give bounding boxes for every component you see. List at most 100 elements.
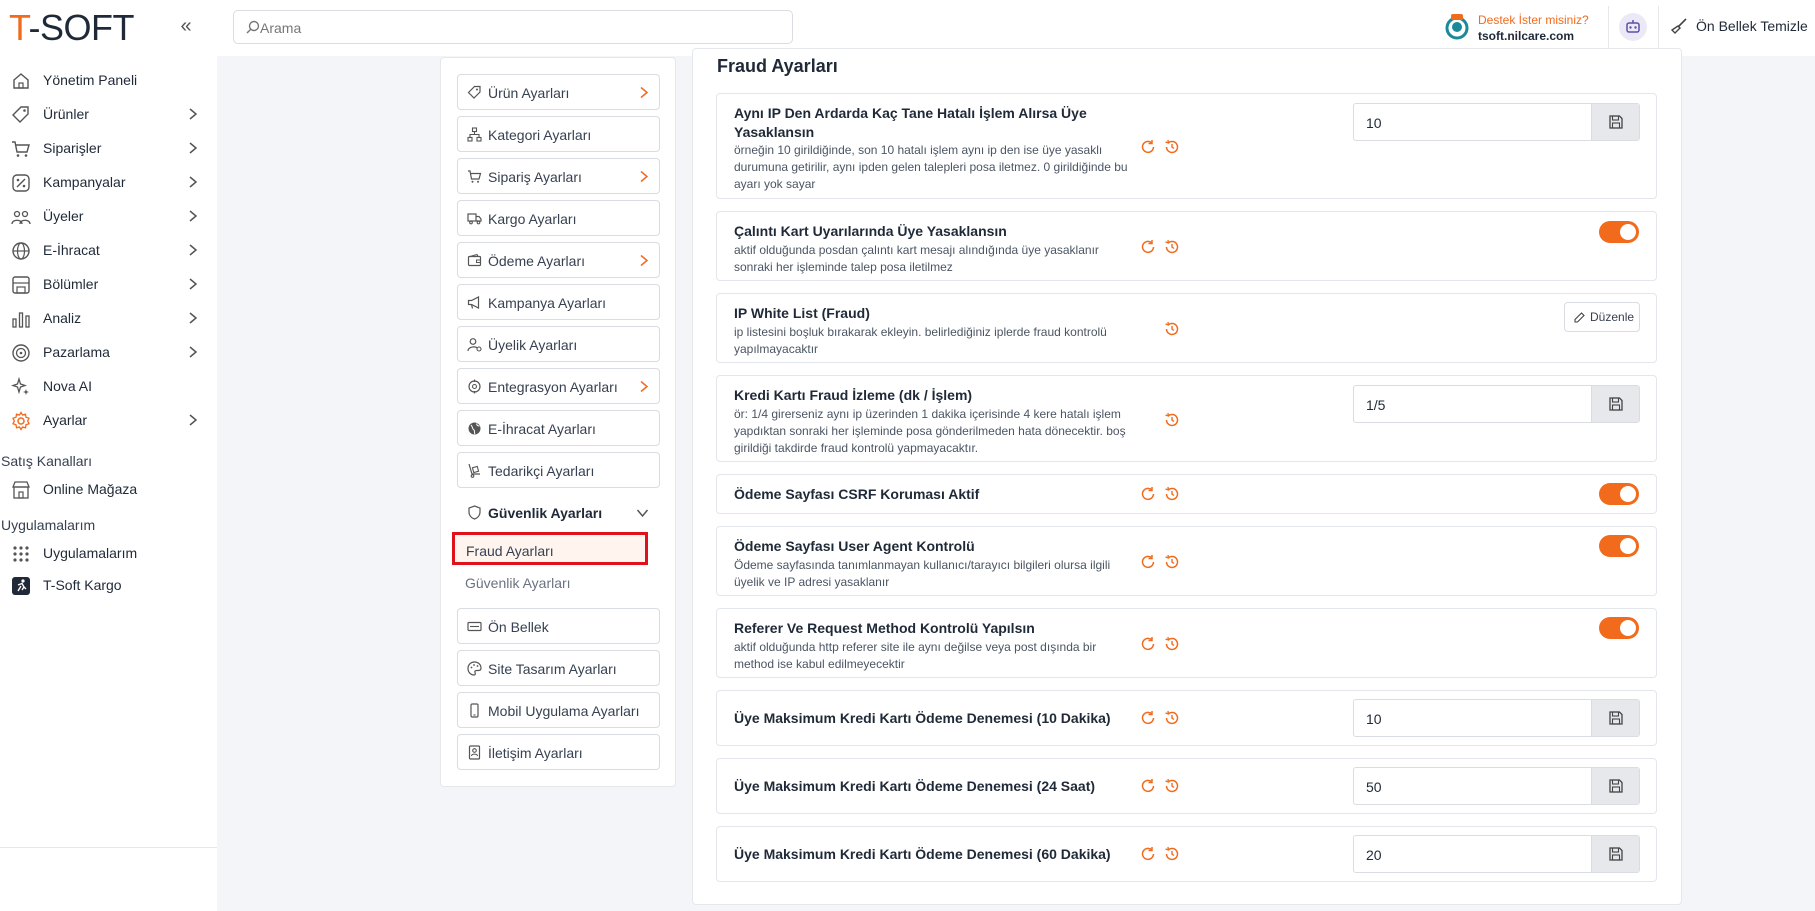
edit-label: Düzenle — [1590, 310, 1635, 324]
save-button[interactable] — [1591, 104, 1639, 140]
value-input-group — [1353, 767, 1640, 805]
history-icon[interactable] — [1164, 846, 1180, 862]
sidebar-item-analytics[interactable]: Analiz — [0, 303, 210, 333]
reset-icon[interactable] — [1140, 486, 1156, 502]
value-input-group — [1353, 699, 1640, 737]
setting-title: Çalıntı Kart Uyarılarında Üye Yasaklansı… — [734, 223, 1007, 239]
submenu-security-settings[interactable]: Güvenlik Ayarları — [465, 575, 571, 591]
collapse-sidebar-icon[interactable]: « — [175, 16, 197, 38]
menu-item-export-settings[interactable]: E-İhracat Ayarları — [457, 410, 660, 446]
menu-item-shipping-settings[interactable]: Kargo Ayarları — [457, 200, 660, 236]
search-box[interactable] — [233, 10, 793, 44]
sidebar-item-products[interactable]: Ürünler — [0, 99, 210, 129]
sidebar-item-marketing[interactable]: Pazarlama — [0, 337, 210, 367]
reset-icon[interactable] — [1140, 636, 1156, 652]
sidebar-item-export[interactable]: E-İhracat — [0, 235, 210, 265]
chevron-right-icon — [640, 170, 649, 183]
support-link[interactable]: Destek İster misiniz? tsoft.nilcare.com — [1443, 10, 1603, 46]
sidebar-item-orders[interactable]: Siparişler — [0, 133, 210, 163]
setting-title: Kredi Kartı Fraud İzleme (dk / İşlem) — [734, 387, 973, 403]
save-button[interactable] — [1591, 768, 1639, 804]
sidebar-item-settings[interactable]: Ayarlar — [0, 405, 210, 435]
sidebar-item-online-store[interactable]: Online Mağaza — [0, 474, 210, 504]
menu-item-mobile-app-settings[interactable]: Mobil Uygulama Ayarları — [457, 692, 660, 728]
search-input[interactable] — [260, 18, 780, 38]
sidebar-item-apps[interactable]: Uygulamalarım — [0, 538, 210, 568]
support-domain: tsoft.nilcare.com — [1478, 29, 1575, 43]
menu-item-integration-settings[interactable]: Entegrasyon Ayarları — [457, 368, 660, 404]
setting-row-stolen-card-ban: Çalıntı Kart Uyarılarında Üye Yasaklansı… — [716, 211, 1657, 281]
enable-toggle[interactable] — [1599, 617, 1639, 639]
save-button[interactable] — [1591, 386, 1639, 422]
chevron-right-icon — [189, 210, 198, 222]
sidebar-item-label: Analiz — [43, 310, 82, 326]
setting-description: ör: 1/4 girerseniz aynı ip üzerinden 1 d… — [734, 407, 1126, 455]
history-icon[interactable] — [1164, 321, 1180, 337]
value-input[interactable] — [1366, 777, 1576, 797]
reset-icon[interactable] — [1140, 239, 1156, 255]
history-icon[interactable] — [1164, 710, 1180, 726]
menu-item-product-settings[interactable]: Ürün Ayarları — [457, 74, 660, 110]
menu-item-campaign-settings[interactable]: Kampanya Ayarları — [457, 284, 660, 320]
history-icon[interactable] — [1164, 636, 1180, 652]
value-input[interactable] — [1366, 845, 1576, 865]
menu-item-order-settings[interactable]: Sipariş Ayarları — [457, 158, 660, 194]
sidebar-item-label: Yönetim Paneli — [43, 72, 138, 88]
sidebar-item-label: E-İhracat — [43, 242, 100, 258]
menu-item-membership-settings[interactable]: Üyelik Ayarları — [457, 326, 660, 362]
sidebar-item-tsoft-kargo[interactable]: T-Soft Kargo — [0, 570, 210, 600]
menu-item-label: Kategori Ayarları — [488, 127, 592, 143]
chart-icon — [12, 312, 30, 328]
value-input[interactable] — [1366, 113, 1576, 133]
history-icon[interactable] — [1164, 139, 1180, 155]
menu-item-contact-settings[interactable]: İletişim Ayarları — [457, 734, 660, 770]
history-icon[interactable] — [1164, 778, 1180, 794]
tsoft-logo[interactable]: T-SOFT — [9, 7, 135, 49]
save-button[interactable] — [1591, 836, 1639, 872]
history-icon[interactable] — [1164, 239, 1180, 255]
globe-icon — [468, 422, 481, 435]
enable-toggle[interactable] — [1599, 483, 1639, 505]
sidebar-item-campaigns[interactable]: Kampanyalar — [0, 167, 210, 197]
sidebar-item-dashboard[interactable]: Yönetim Paneli — [0, 65, 210, 95]
submenu-fraud-settings[interactable]: Fraud Ayarları — [452, 532, 648, 565]
sidebar-item-label: T-Soft Kargo — [43, 577, 122, 593]
hierarchy-icon — [467, 127, 482, 142]
history-icon[interactable] — [1164, 412, 1180, 428]
reset-icon[interactable] — [1140, 846, 1156, 862]
sidebar-item-label: Kampanyalar — [43, 174, 126, 190]
apps-title: Uygulamalarım — [1, 517, 96, 533]
value-input-group — [1353, 385, 1640, 423]
reset-icon[interactable] — [1140, 554, 1156, 570]
history-icon[interactable] — [1164, 554, 1180, 570]
sidebar-item-nova-ai[interactable]: Nova AI — [0, 371, 210, 401]
chevron-right-icon — [640, 254, 649, 267]
save-button[interactable] — [1591, 700, 1639, 736]
sidebar-item-sections[interactable]: Bölümler — [0, 269, 210, 299]
reset-icon[interactable] — [1140, 139, 1156, 155]
menu-item-category-settings[interactable]: Kategori Ayarları — [457, 116, 660, 152]
history-icon[interactable] — [1164, 486, 1180, 502]
menu-item-supplier-settings[interactable]: Tedarikçi Ayarları — [457, 452, 660, 488]
chevron-right-icon — [189, 108, 198, 120]
menu-item-security-settings[interactable]: Güvenlik Ayarları — [457, 494, 660, 530]
menu-item-label: Tedarikçi Ayarları — [488, 463, 595, 479]
enable-toggle[interactable] — [1599, 535, 1639, 557]
menu-item-payment-settings[interactable]: Ödeme Ayarları — [457, 242, 660, 278]
setting-description: ip listesini boşluk bırakarak ekleyin. b… — [734, 325, 1107, 356]
value-input[interactable] — [1366, 709, 1576, 729]
menu-item-site-design-settings[interactable]: Site Tasarım Ayarları — [457, 650, 660, 686]
save-icon — [1609, 847, 1623, 861]
reset-icon[interactable] — [1140, 710, 1156, 726]
menu-item-cache[interactable]: Ön Bellek — [457, 608, 660, 644]
sidebar-item-label: Uygulamalarım — [43, 545, 138, 561]
ai-robot-icon[interactable] — [1619, 13, 1647, 41]
reset-icon[interactable] — [1140, 778, 1156, 794]
setting-title: Üye Maksimum Kredi Kartı Ödeme Denemesi … — [734, 778, 1096, 794]
value-input[interactable] — [1366, 395, 1576, 415]
chevron-right-icon — [189, 244, 198, 256]
edit-button[interactable]: Düzenle — [1564, 302, 1640, 332]
globe-icon — [12, 242, 30, 260]
sidebar-item-members[interactable]: Üyeler — [0, 201, 210, 231]
enable-toggle[interactable] — [1599, 221, 1639, 243]
